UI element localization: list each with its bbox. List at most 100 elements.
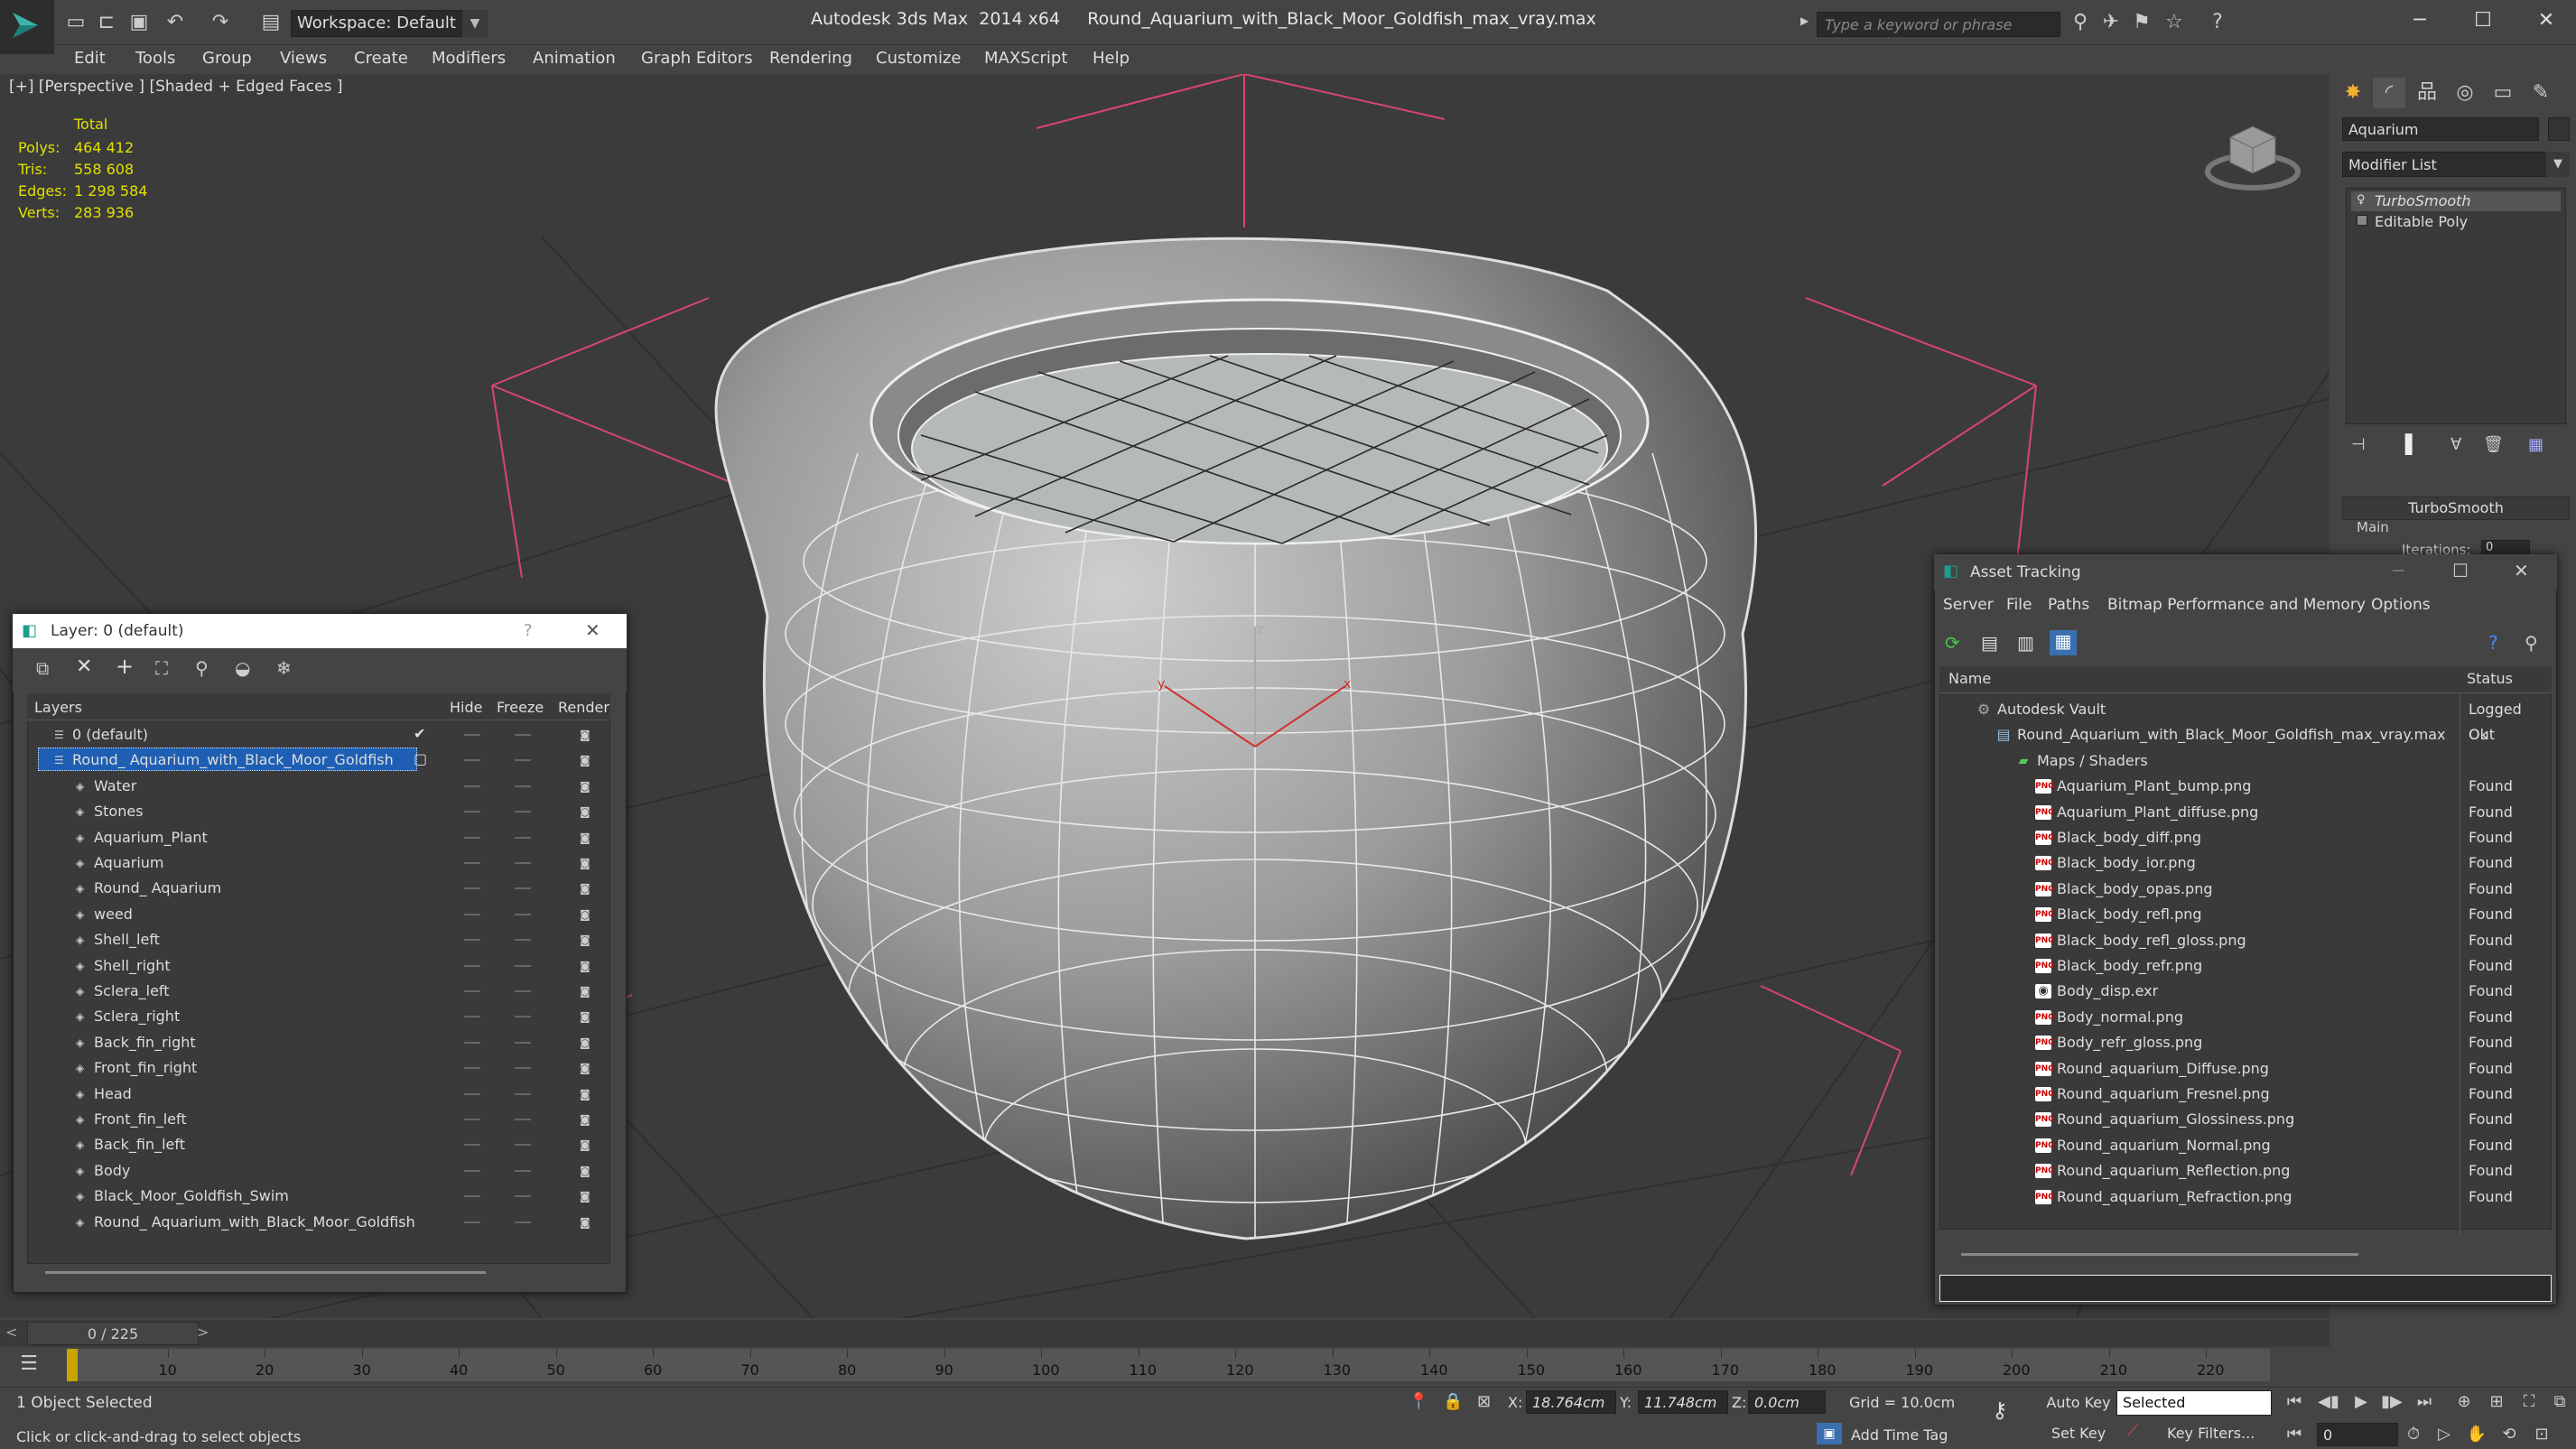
layer-row[interactable]: ◈ Front_fin_right ◙ <box>27 1055 610 1081</box>
asset-row[interactable]: ▰ Maps / Shaders <box>1939 748 2552 774</box>
display-tab-icon[interactable]: ▭ <box>2487 78 2519 108</box>
zoom-extents-all-icon[interactable]: ⧉ <box>2548 1390 2571 1414</box>
asset-row[interactable]: PNG Round_aquarium_Fresnel.png Found <box>1939 1082 2552 1107</box>
freeze-all-layers-icon[interactable]: ❄ <box>276 657 292 679</box>
make-unique-icon[interactable]: ∀ <box>2450 435 2461 454</box>
close-icon[interactable]: ✕ <box>2514 560 2529 581</box>
freeze-toggle[interactable] <box>515 964 531 967</box>
zoom-icon[interactable]: ⊕ <box>2452 1390 2476 1414</box>
turbosmooth-rollout[interactable]: TurboSmooth <box>2342 497 2570 520</box>
motion-tab-icon[interactable]: ◎ <box>2449 78 2481 108</box>
open-file-icon[interactable]: ⊏ <box>94 11 119 34</box>
close-window-icon[interactable]: ✕ <box>2528 7 2564 34</box>
details-view-icon[interactable]: ▥ <box>2017 632 2034 654</box>
create-tab-icon[interactable]: ✸ <box>2337 78 2369 108</box>
hide-all-layers-icon[interactable]: ◒ <box>235 657 250 679</box>
hide-toggle[interactable] <box>464 964 480 967</box>
layer-row[interactable]: ☰ 0 (default) ✔ ◙ <box>27 722 610 748</box>
render-teapot-icon[interactable]: ◙ <box>580 960 594 972</box>
time-prev-icon[interactable]: < <box>5 1324 17 1341</box>
hide-toggle[interactable] <box>464 785 480 787</box>
maximize-viewport-icon[interactable]: ⊡ <box>2530 1423 2553 1446</box>
utilities-tab-icon[interactable]: ✎ <box>2525 78 2557 108</box>
render-teapot-icon[interactable]: ◙ <box>580 1088 594 1101</box>
zoom-extents-icon[interactable]: ⛶ <box>2517 1390 2541 1414</box>
menu-tools[interactable]: Tools <box>135 45 175 72</box>
layer-row[interactable]: ◈ Front_fin_left ◙ <box>27 1107 610 1132</box>
column-header-hide[interactable]: Hide <box>450 699 482 716</box>
stack-item-turbosmooth[interactable]: TurboSmooth <box>2351 191 2561 211</box>
layer-row[interactable]: ◈ Back_fin_right ◙ <box>27 1030 610 1055</box>
add-to-layer-icon[interactable]: + <box>116 654 134 679</box>
viewcube-icon[interactable] <box>2205 125 2301 190</box>
track-bar[interactable] <box>67 1349 2270 1381</box>
play-icon[interactable]: ▶ <box>2349 1390 2373 1414</box>
freeze-toggle[interactable] <box>515 811 531 813</box>
workspace-dropdown[interactable]: Workspace: Default <box>291 10 479 37</box>
asset-row[interactable]: PNG Black_body_ior.png Found <box>1939 850 2552 876</box>
absolute-mode-icon[interactable]: ⊠ <box>1477 1392 1491 1411</box>
minimize-window-icon[interactable]: ─ <box>2402 7 2438 34</box>
menu-modifiers[interactable]: Modifiers <box>432 45 506 72</box>
asset-row[interactable]: PNG Body_normal.png Found <box>1939 1005 2552 1030</box>
modifier-list-dropdown[interactable]: Modifier List <box>2342 152 2564 177</box>
render-teapot-icon[interactable]: ◙ <box>580 1165 594 1177</box>
menu-maxscript[interactable]: MAXScript <box>984 45 1067 72</box>
object-color-swatch[interactable] <box>2548 117 2570 141</box>
layer-row[interactable]: ◈ Stones ◙ <box>27 799 610 824</box>
time-slider[interactable]: 0 / 225 <box>27 1322 199 1345</box>
save-file-icon[interactable]: ▣ <box>126 11 152 34</box>
render-teapot-icon[interactable]: ◙ <box>580 729 594 741</box>
asset-menu-options[interactable]: Options <box>2371 596 2431 614</box>
freeze-toggle[interactable] <box>515 1041 531 1044</box>
remove-modifier-icon[interactable]: 🗑 <box>2483 435 2504 454</box>
render-teapot-icon[interactable]: ◙ <box>580 882 594 895</box>
show-end-result-icon[interactable]: ▌ <box>2405 433 2419 455</box>
asset-row[interactable]: PNG Black_body_refr.png Found <box>1939 953 2552 979</box>
menu-animation[interactable]: Animation <box>533 45 616 72</box>
configure-sets-icon[interactable]: ▦ <box>2528 435 2543 454</box>
render-teapot-icon[interactable]: ◙ <box>580 831 594 844</box>
menu-help[interactable]: Help <box>1093 45 1130 72</box>
time-tag-icon[interactable]: ▣ <box>1817 1423 1842 1444</box>
search-expand-icon[interactable]: ▶ <box>1800 14 1813 33</box>
freeze-toggle[interactable] <box>515 734 531 736</box>
field-of-view-icon[interactable]: ▷ <box>2432 1423 2456 1446</box>
freeze-toggle[interactable] <box>515 836 531 839</box>
horizontal-scrollbar[interactable] <box>1961 1253 2358 1256</box>
set-keys-mode-icon[interactable]: ⚷ <box>1992 1398 2008 1423</box>
freeze-toggle[interactable] <box>515 939 531 942</box>
render-teapot-icon[interactable]: ◙ <box>580 857 594 869</box>
freeze-toggle[interactable] <box>515 990 531 992</box>
lightbulb-icon[interactable]: ♀ <box>2357 193 2369 208</box>
redo-icon[interactable]: ↷ <box>208 11 233 34</box>
new-file-icon[interactable]: ▭ <box>63 11 88 34</box>
x-coord-field[interactable]: 18.764cm <box>1526 1390 1616 1414</box>
freeze-toggle[interactable] <box>515 759 531 762</box>
pan-icon[interactable]: ✋ <box>2465 1423 2488 1446</box>
goto-start-icon[interactable]: ⏮ <box>2283 1390 2306 1414</box>
menu-edit[interactable]: Edit <box>74 45 106 72</box>
freeze-toggle[interactable] <box>515 1144 531 1147</box>
favorites-star-icon[interactable]: ☆ <box>2162 11 2187 34</box>
freeze-toggle[interactable] <box>515 1119 531 1120</box>
current-frame-marker[interactable] <box>67 1349 78 1381</box>
freeze-toggle[interactable] <box>515 785 531 787</box>
layer-row[interactable]: ◈ Round_ Aquarium_with_Black_Moor_Goldfis… <box>27 1210 610 1235</box>
asset-row[interactable]: PNG Round_aquarium_Diffuse.png Found <box>1939 1056 2552 1082</box>
binoculars-icon[interactable]: ⚲ <box>2068 11 2093 34</box>
layer-row[interactable]: ◈ weed ◙ <box>27 902 610 927</box>
hide-toggle[interactable] <box>464 1016 480 1018</box>
freeze-toggle[interactable] <box>515 862 531 864</box>
z-coord-field[interactable]: 0.0cm <box>1748 1390 1826 1414</box>
select-objects-icon[interactable]: ⛶ <box>155 657 168 679</box>
hide-toggle[interactable] <box>464 913 480 915</box>
horizontal-scrollbar[interactable] <box>45 1271 486 1274</box>
hide-toggle[interactable] <box>464 939 480 942</box>
render-teapot-icon[interactable]: ◙ <box>580 1036 594 1049</box>
communication-icon[interactable]: ⚑ <box>2129 11 2154 34</box>
active-layer-checkbox[interactable]: ▢ <box>414 752 428 766</box>
viewport-label[interactable]: [+] [Perspective ] [Shaded + Edged Faces… <box>9 78 342 96</box>
open-mini-curve-editor-icon[interactable]: ☰ <box>13 1352 45 1378</box>
asset-row[interactable]: PNG Black_body_diff.png Found <box>1939 825 2552 850</box>
